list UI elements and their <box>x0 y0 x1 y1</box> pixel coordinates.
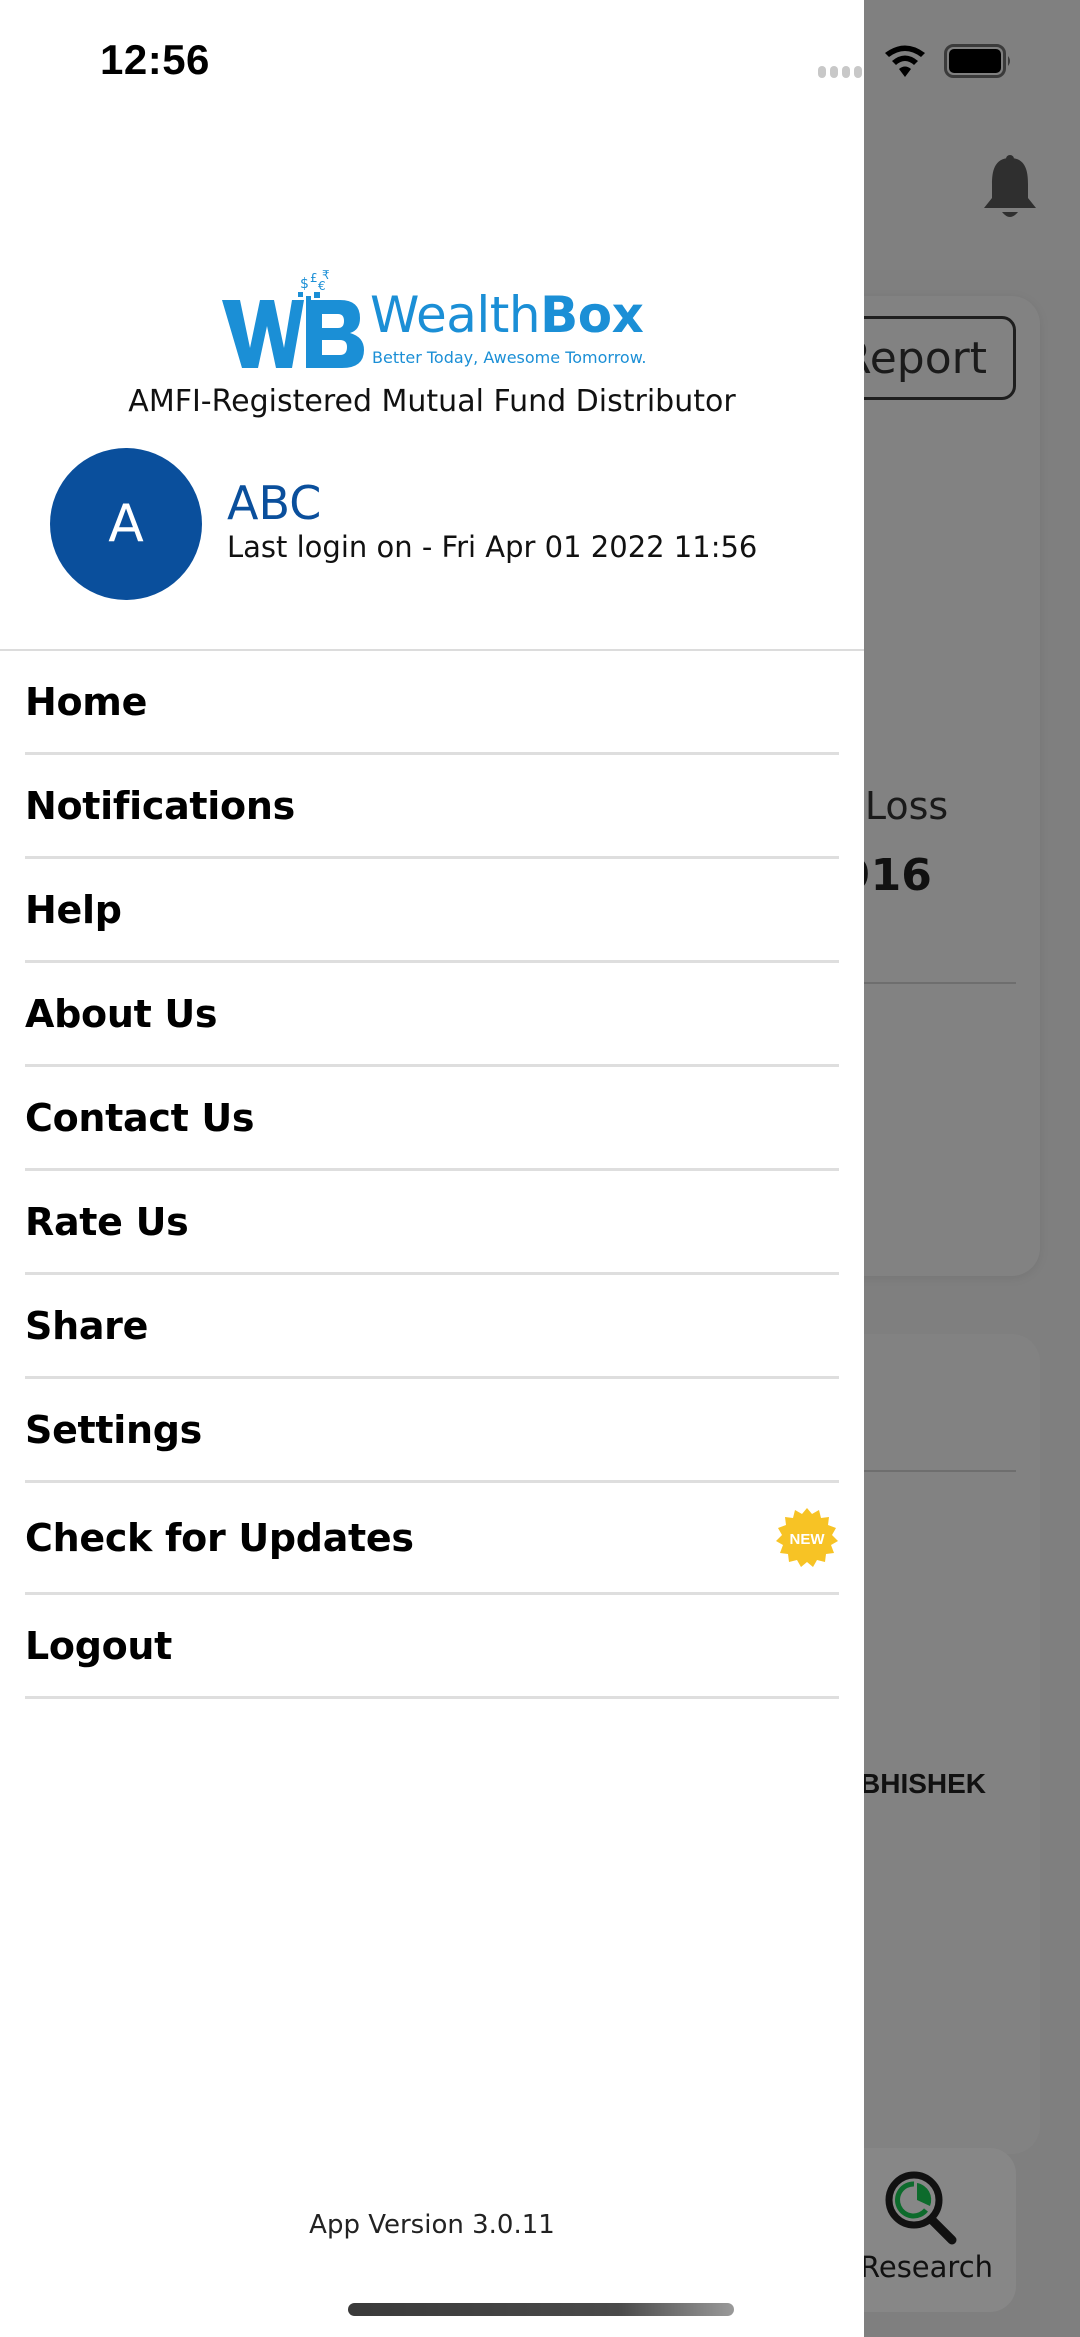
home-indicator[interactable] <box>348 2303 734 2316</box>
status-time: 12:56 <box>100 36 210 83</box>
menu-item-label: Rate Us <box>25 1199 189 1244</box>
new-badge-text: NEW <box>790 1531 826 1548</box>
menu-item-home[interactable]: Home <box>25 651 839 755</box>
menu-item-contact-us[interactable]: Contact Us <box>25 1067 839 1171</box>
wifi-icon <box>885 45 925 77</box>
avatar-initial: A <box>108 494 144 554</box>
menu-item-label: Home <box>25 679 148 724</box>
menu-item-label: Logout <box>25 1623 173 1668</box>
menu-item-label: Share <box>25 1303 149 1348</box>
avatar[interactable]: A <box>50 448 202 600</box>
brand-tagline: Better Today, Awesome Tomorrow. <box>372 348 647 367</box>
client-name: BHISHEK <box>860 1768 987 1799</box>
last-login-text: Last login on - Fri Apr 01 2022 11:56 <box>227 530 758 564</box>
menu-item-logout[interactable]: Logout <box>25 1595 839 1699</box>
menu-item-label: Contact Us <box>25 1095 255 1140</box>
menu-item-label: Check for Updates <box>25 1515 414 1560</box>
menu-item-rate-us[interactable]: Rate Us <box>25 1171 839 1275</box>
menu-item-share[interactable]: Share <box>25 1275 839 1379</box>
menu-item-label: Notifications <box>25 783 295 828</box>
bell-icon[interactable] <box>982 154 1038 222</box>
registration-text: AMFI-Registered Mutual Fund Distributor <box>128 384 736 419</box>
menu-item-help[interactable]: Help <box>25 859 839 963</box>
brand-name: WealthBox <box>370 286 644 344</box>
app-version: App Version 3.0.11 <box>309 2210 555 2240</box>
wealthbox-logo: $ £ € ₹ WealthBox Better Today, Awesome … <box>222 264 652 370</box>
menu-item-settings[interactable]: Settings <box>25 1379 839 1483</box>
menu-item-about-us[interactable]: About Us <box>25 963 839 1067</box>
menu-item-label: About Us <box>25 991 218 1036</box>
drawer-menu: Home Notifications Help About Us Contact… <box>25 651 839 1699</box>
svg-text:$: $ <box>300 276 309 292</box>
wb-logo-mark-icon: $ £ € ₹ <box>222 270 364 368</box>
navigation-drawer: $ £ € ₹ WealthBox Better Today, Awesome … <box>0 0 864 2337</box>
svg-text:£: £ <box>310 271 318 285</box>
menu-item-label: Help <box>25 887 122 932</box>
signal-dots-icon <box>818 66 862 78</box>
new-badge-icon: NEW <box>776 1507 838 1567</box>
menu-item-check-for-updates[interactable]: Check for Updates NEW <box>25 1483 839 1595</box>
research-icon <box>885 2171 957 2245</box>
user-name: ABC <box>227 476 322 530</box>
menu-item-label: Settings <box>25 1407 202 1452</box>
menu-item-notifications[interactable]: Notifications <box>25 755 839 859</box>
research-label: Research <box>860 2250 994 2284</box>
svg-text:₹: ₹ <box>322 270 330 282</box>
battery-icon <box>944 44 1010 78</box>
